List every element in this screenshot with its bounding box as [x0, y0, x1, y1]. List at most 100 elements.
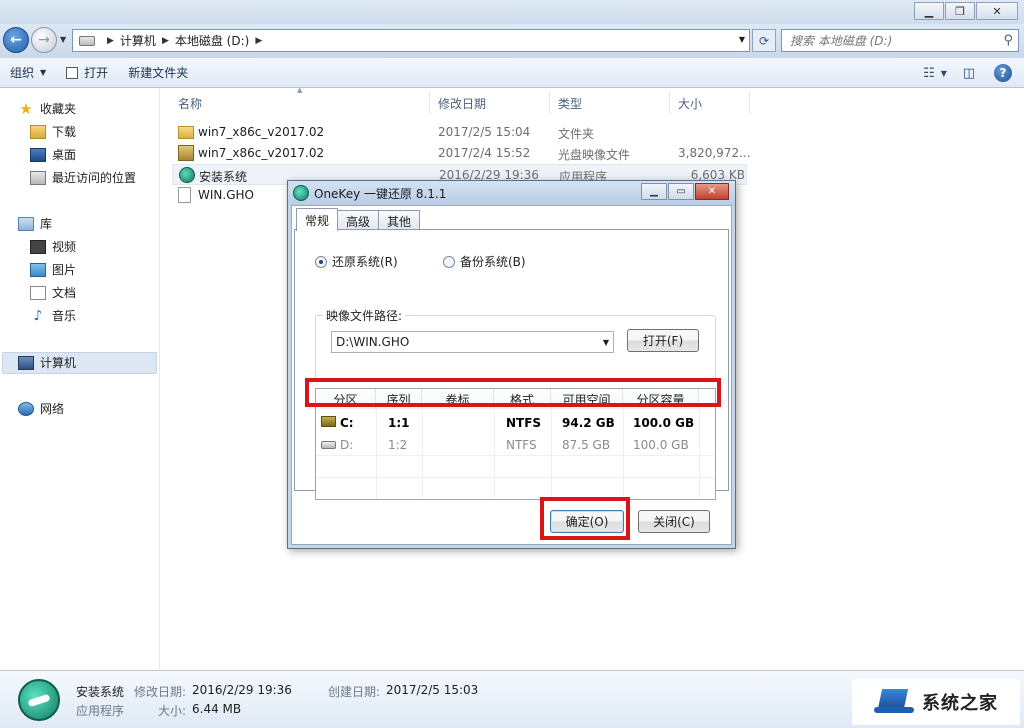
tab-advanced[interactable]: 高级 [337, 210, 380, 231]
breadcrumb-computer[interactable]: 计算机 [120, 32, 156, 49]
dialog-maximize-button[interactable]: ▭ [668, 183, 694, 200]
nav-favorites[interactable]: ★ 收藏夹 [18, 100, 76, 118]
details-modified-label: 修改日期: [134, 685, 187, 699]
disc-image-icon [178, 145, 194, 161]
watermark-text: 系统之家 [922, 693, 998, 714]
radio-restore-label: 还原系统(R) [332, 255, 398, 269]
column-modified-label: 修改日期 [438, 96, 487, 111]
open-button[interactable]: 打开 [56, 61, 118, 85]
partition-drive: C: [340, 416, 354, 430]
nav-music[interactable]: ♪ 音乐 [30, 307, 76, 324]
nav-pictures-label: 图片 [52, 263, 77, 277]
nav-pictures[interactable]: 图片 [30, 261, 76, 278]
music-note-icon: ♪ [33, 307, 43, 324]
file-row[interactable]: win7_x86c_v2017.02 2017/2/5 15:04 文件夹 [172, 122, 747, 143]
partition-capacity: 100.0 GB [633, 416, 695, 430]
downloads-folder-icon [30, 124, 46, 139]
chevron-right-icon[interactable]: ▶ [162, 36, 169, 46]
nav-desktop[interactable]: 桌面 [30, 146, 76, 163]
open-label: 打开 [84, 66, 109, 80]
file-icon [178, 187, 191, 203]
system-drive-icon [321, 416, 336, 427]
column-header-type[interactable]: 类型 [552, 92, 670, 114]
arrow-left-icon: ← [10, 32, 22, 48]
nav-recent-places[interactable]: 最近访问的位置 [30, 169, 136, 186]
forward-button[interactable]: → [31, 27, 57, 53]
view-options-button[interactable]: ☷ ▼ [922, 62, 948, 84]
nav-documents[interactable]: 文档 [30, 284, 76, 301]
address-bar[interactable]: ▶ 计算机 ▶ 本地磁盘 (D:) ▶ ▼ [72, 29, 750, 52]
view-list-icon: ☷ [923, 65, 935, 81]
search-input[interactable] [790, 33, 990, 48]
breadcrumb-drive-d[interactable]: 本地磁盘 (D:) [175, 32, 249, 49]
grid-line [316, 477, 715, 478]
preview-pane-button[interactable]: ◫ [956, 62, 982, 84]
chevron-right-icon[interactable]: ▶ [107, 36, 114, 46]
drive-icon [79, 35, 95, 46]
chevron-down-icon[interactable]: ▼ [603, 338, 609, 347]
details-size-value: 6.44 MB [192, 702, 242, 716]
radio-backup-label: 备份系统(B) [460, 255, 526, 269]
nav-videos[interactable]: 视频 [30, 238, 76, 255]
details-type: 应用程序 [76, 704, 125, 718]
dialog-minimize-button[interactable]: ▁ [641, 183, 667, 200]
highlight-box-partition-c [305, 378, 721, 407]
file-date: 2017/2/4 15:52 [438, 146, 531, 160]
file-name: WIN.GHO [198, 188, 254, 202]
radio-checked-icon [315, 255, 327, 268]
dialog-title-bar[interactable]: OneKey 一键还原 8.1.1 ▁ ▭ ✕ [288, 181, 735, 205]
tab-other[interactable]: 其他 [378, 210, 421, 231]
column-header-modified[interactable]: 修改日期 [432, 92, 550, 114]
recent-places-icon [30, 170, 46, 185]
file-row[interactable]: win7_x86c_v2017.02 2017/2/4 15:52 光盘映像文件… [172, 143, 751, 164]
details-created-value: 2017/2/5 15:03 [386, 683, 479, 697]
help-button[interactable]: ? [990, 62, 1016, 84]
network-icon [18, 401, 34, 416]
nav-libraries[interactable]: 库 [18, 215, 52, 232]
nav-network[interactable]: 网络 [18, 400, 64, 417]
recent-pages-dropdown[interactable]: ▼ [60, 35, 66, 44]
partition-row[interactable]: C: 1:1 NTFS 94.2 GB 100.0 GB [316, 413, 715, 433]
radio-backup-system[interactable]: 备份系统(B) [443, 253, 526, 270]
organize-button[interactable]: 组织 ▼ [0, 61, 56, 85]
dialog-close-button[interactable]: ✕ [695, 183, 729, 200]
watermark-logo-icon [874, 687, 916, 717]
details-created-label: 创建日期: [328, 685, 381, 699]
nav-downloads[interactable]: 下载 [30, 123, 76, 140]
organize-label: 组织 [10, 66, 35, 80]
partition-row[interactable]: D: 1:2 NTFS 87.5 GB 100.0 GB [316, 435, 715, 455]
column-header-name[interactable]: 名称 [172, 92, 430, 114]
close-button[interactable]: ✕ [976, 2, 1018, 20]
pictures-icon [30, 262, 46, 277]
minimize-button[interactable]: ▁ [914, 2, 944, 20]
radio-restore-system[interactable]: 还原系统(R) [315, 253, 398, 270]
watermark: 系统之家 [852, 679, 1020, 725]
onekey-dialog: OneKey 一键还原 8.1.1 ▁ ▭ ✕ 常规 高级 其他 还原系统(R)… [287, 180, 736, 549]
close-icon: ✕ [707, 186, 717, 197]
search-box[interactable]: ⚲ [781, 29, 1019, 52]
partition-capacity: 100.0 GB [633, 438, 689, 452]
app-icon [18, 679, 60, 721]
image-path-select[interactable]: D:\WIN.GHO ▼ [331, 331, 614, 353]
search-icon[interactable]: ⚲ [1003, 33, 1013, 48]
open-file-button[interactable]: 打开(F) [627, 329, 699, 352]
nav-network-label: 网络 [40, 402, 65, 416]
column-header-size[interactable]: 大小 [672, 92, 750, 114]
chevron-right-icon[interactable]: ▶ [255, 36, 262, 46]
new-folder-button[interactable]: 新建文件夹 [118, 61, 198, 85]
computer-icon [18, 355, 34, 370]
maximize-button[interactable]: ❐ [945, 2, 975, 20]
tab-general[interactable]: 常规 [296, 208, 339, 231]
refresh-button[interactable]: ⟳ [752, 29, 776, 52]
back-button[interactable]: ← [3, 27, 29, 53]
dialog-tabs: 常规 高级 其他 [296, 208, 421, 231]
arrow-right-icon: → [38, 32, 50, 48]
open-icon [66, 66, 79, 79]
radio-unchecked-icon [443, 255, 455, 268]
chevron-down-icon[interactable]: ▼ [739, 35, 745, 44]
nav-videos-label: 视频 [52, 240, 77, 254]
partition-sequence: 1:1 [388, 416, 410, 430]
nav-computer[interactable]: 计算机 [18, 354, 76, 371]
close-dialog-button[interactable]: 关闭(C) [638, 510, 710, 533]
column-name-label: 名称 [178, 96, 203, 111]
